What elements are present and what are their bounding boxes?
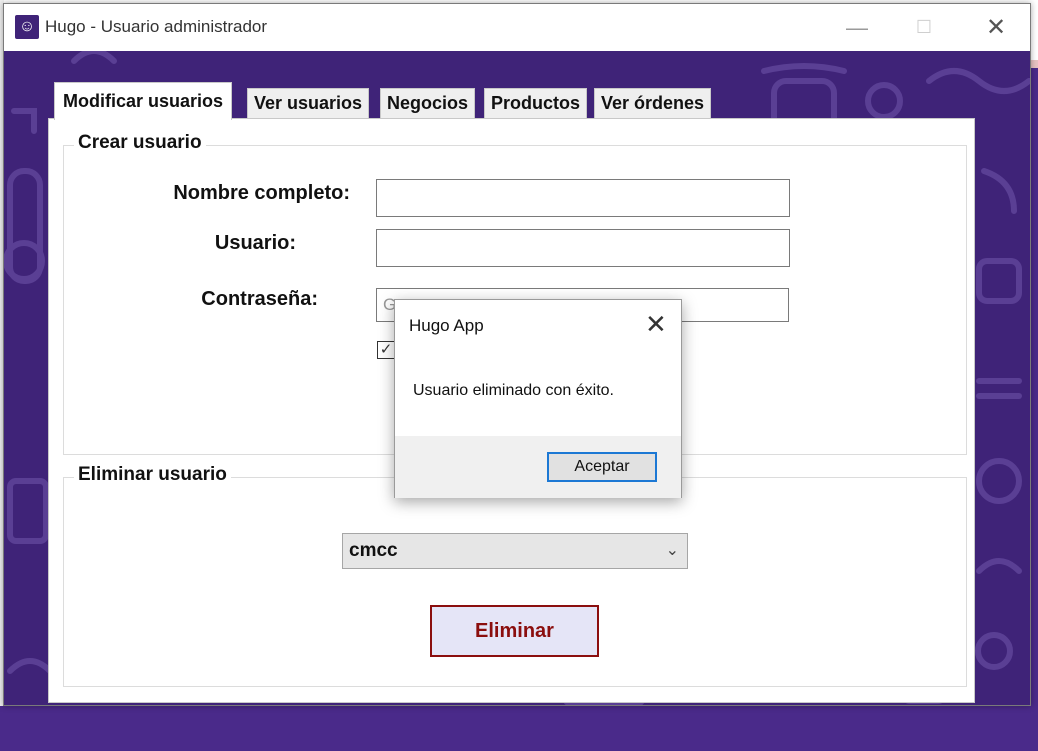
chevron-down-icon: ⌄ <box>665 542 679 559</box>
desktop-edge-right <box>1030 0 1038 751</box>
app-logo-icon: ☺ <box>15 15 39 39</box>
tab-ver-usuarios[interactable]: Ver usuarios <box>247 88 370 118</box>
window-title: Hugo - Usuario administrador <box>45 17 268 36</box>
title-bar: ☺ Hugo - Usuario administrador — ☐ ✕ <box>4 4 1030 51</box>
tab-productos[interactable]: Productos <box>484 88 588 118</box>
maximize-button[interactable]: ☐ <box>893 4 955 51</box>
dialog-footer: Aceptar <box>395 436 681 498</box>
name-field[interactable] <box>376 179 790 217</box>
dialog-close-button[interactable]: ✕ <box>645 309 667 340</box>
dialog-message: Usuario eliminado con éxito. <box>413 382 614 399</box>
create-user-title: Crear usuario <box>74 132 206 154</box>
dialog-title: Hugo App <box>409 316 484 335</box>
minimize-button[interactable]: — <box>826 4 888 51</box>
user-field[interactable] <box>376 229 790 267</box>
user-label: Usuario: <box>214 232 296 254</box>
delete-button[interactable]: Eliminar <box>430 605 599 657</box>
name-label: Nombre completo: <box>173 182 350 204</box>
tab-negocios[interactable]: Negocios <box>380 88 476 118</box>
ok-button[interactable]: Aceptar <box>547 452 657 482</box>
tab-modificar-usuarios[interactable]: Modificar usuarios <box>54 82 233 120</box>
desktop-edge-bottom <box>0 706 1038 751</box>
delete-user-title: Eliminar usuario <box>74 464 231 486</box>
close-window-button[interactable]: ✕ <box>965 4 1027 51</box>
user-select[interactable]: cmcc ⌄ <box>342 533 688 569</box>
password-label: Contraseña: <box>201 288 318 310</box>
user-select-value: cmcc <box>349 540 398 561</box>
delete-user-group: Eliminar usuario cmcc ⌄ Eliminar <box>63 464 967 687</box>
tab-ver-ordenes[interactable]: Ver órdenes <box>594 88 712 118</box>
message-dialog: Hugo App ✕ Usuario eliminado con éxito. … <box>394 299 682 498</box>
show-password-checkbox[interactable]: ✓ <box>377 341 395 359</box>
